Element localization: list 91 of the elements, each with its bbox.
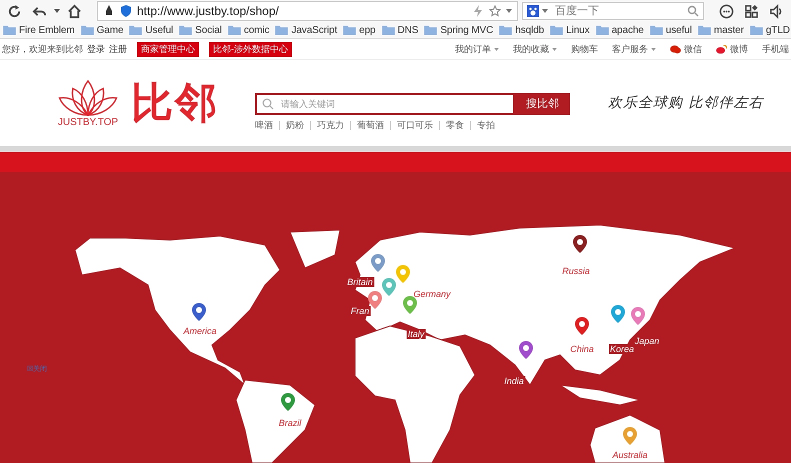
keyword-link[interactable]: 巧克力	[317, 118, 344, 132]
folder-icon	[3, 25, 16, 35]
search-button[interactable]: 搜比邻	[515, 92, 570, 114]
menu-link[interactable]: 我的订单	[455, 42, 491, 56]
bookmark-link[interactable]: master	[714, 24, 744, 36]
folder-icon	[382, 25, 395, 35]
keyword-link[interactable]: 专拍	[477, 118, 495, 132]
keyword-link[interactable]: 啤酒	[255, 118, 273, 132]
folder-icon	[80, 25, 94, 35]
country-label: Russia	[561, 266, 591, 276]
refresh-icon[interactable]	[7, 4, 22, 18]
country-label: Fran	[350, 306, 370, 316]
bookmark-link[interactable]: Spring MVC	[440, 24, 494, 36]
caret-icon[interactable]	[506, 9, 512, 13]
folder-icon	[499, 25, 512, 35]
bookmark-link[interactable]: Linux	[566, 24, 590, 36]
bookmark-link[interactable]: Game	[96, 24, 124, 36]
caret-icon[interactable]	[54, 9, 60, 13]
lotus-logo-icon	[57, 78, 119, 116]
keyword-link[interactable]: 零食	[446, 118, 464, 132]
folder-icon	[550, 25, 564, 35]
rocket-icon	[103, 5, 115, 17]
address-bar[interactable]: http://www.justby.top/shop/	[97, 1, 518, 21]
country-label: Australia	[612, 450, 648, 460]
keyword-link[interactable]: 可口可乐	[397, 118, 433, 132]
caret-icon[interactable]	[542, 9, 548, 13]
search-icon	[262, 98, 274, 110]
menu-link[interactable]: 我的收藏	[513, 42, 549, 56]
folder-icon	[650, 25, 663, 35]
brand-name: 比邻	[131, 78, 219, 128]
menu-link[interactable]: 手机端	[762, 42, 789, 56]
center-link[interactable]: 比邻-涉外数据中心	[209, 42, 292, 56]
country-label: Japan	[634, 336, 660, 346]
country-label: Korea	[608, 344, 636, 354]
menu-link[interactable]: 购物车	[571, 42, 598, 56]
keyword-link[interactable]: 葡萄酒	[357, 118, 384, 132]
bookmark-link[interactable]: comic	[244, 24, 270, 36]
bookmark-link[interactable]: hsqldb	[515, 24, 544, 36]
bookmark-link[interactable]: DNS	[398, 24, 418, 36]
menu-link[interactable]: 客户服务	[612, 42, 648, 56]
country-label: China	[569, 344, 595, 354]
country-label: Brazil	[278, 418, 302, 428]
country-label: Germany	[412, 289, 452, 299]
country-label: America	[182, 326, 218, 336]
bookmark-link[interactable]: apache	[612, 24, 644, 36]
folder-icon	[343, 25, 356, 35]
folder-icon	[750, 25, 763, 35]
home-icon[interactable]	[67, 4, 82, 18]
country-label: Britain	[346, 277, 374, 287]
folder-icon	[129, 25, 142, 35]
menu-link[interactable]: 微信	[684, 42, 702, 56]
folder-icon	[424, 25, 438, 35]
login-link[interactable]: 登录	[87, 42, 105, 56]
search-field[interactable]: 请输入关键词	[255, 92, 515, 114]
map-pin-icon[interactable]	[575, 317, 589, 335]
folder-icon	[179, 25, 192, 35]
country-label: Italy	[406, 329, 426, 339]
map-pin-icon[interactable]	[192, 303, 206, 321]
greeting-text: 您好，欢迎来到比邻	[2, 42, 83, 56]
bookmark-link[interactable]: JavaScript	[291, 24, 338, 36]
register-link[interactable]: 注册	[109, 42, 127, 56]
bookmark-link[interactable]: Useful	[145, 24, 174, 36]
paw-icon	[527, 5, 539, 17]
country-label: India	[503, 376, 525, 386]
logo-text: JUSTBY.TOP	[58, 116, 118, 128]
bookmark-link[interactable]: Fire Emblem	[19, 24, 75, 36]
bookmark-link[interactable]: useful	[666, 24, 692, 36]
url-text: http://www.justby.top/shop/	[137, 4, 280, 18]
folder-icon	[228, 25, 241, 35]
slogan-text: 欢乐全球购 比邻伴左右	[608, 94, 764, 112]
map-pin-icon[interactable]	[519, 341, 533, 359]
keyword-link[interactable]: 奶粉	[286, 118, 304, 132]
wechat-icon	[670, 44, 681, 54]
shield-icon	[120, 5, 132, 17]
chat-icon[interactable]	[719, 4, 734, 18]
bookmark-link[interactable]: gTLD	[766, 24, 790, 36]
weibo-icon	[716, 44, 727, 54]
lightning-icon[interactable]	[472, 5, 484, 17]
speaker-icon[interactable]	[769, 4, 784, 18]
center-link[interactable]: 商家管理中心	[137, 42, 199, 56]
menu-link[interactable]: 微博	[730, 42, 748, 56]
star-icon[interactable]	[489, 5, 501, 17]
bookmark-link[interactable]: Social	[195, 24, 222, 36]
map-pin-icon[interactable]	[573, 235, 587, 253]
folder-icon	[698, 25, 711, 35]
folder-icon	[596, 25, 609, 35]
bookmark-link[interactable]: epp	[359, 24, 376, 36]
search-icon[interactable]	[687, 5, 699, 17]
map-pin-icon[interactable]	[368, 291, 382, 309]
grid-icon[interactable]	[744, 4, 759, 18]
folder-icon	[275, 25, 288, 35]
